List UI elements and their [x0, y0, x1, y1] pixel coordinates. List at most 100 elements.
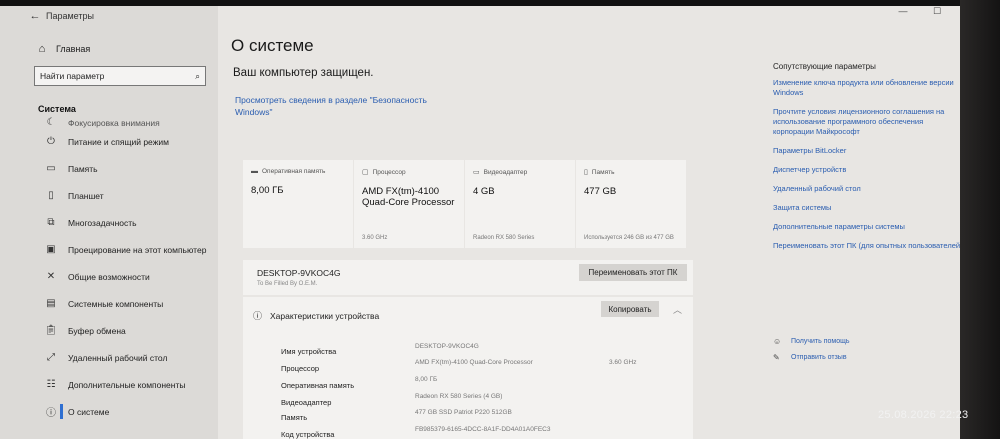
monitor-bezel — [960, 0, 1000, 439]
moon-icon: ☾ — [46, 117, 56, 128]
get-help-link[interactable]: ☺ Получить помощь — [773, 333, 850, 349]
specs-title: Характеристики устройства — [270, 310, 380, 321]
search-input[interactable]: Найти параметр ⌕ — [34, 66, 206, 86]
card-gpu: ▭ Видеоадаптер 4 GB Radeon RX 580 Series — [465, 160, 575, 248]
card-value: 8,00 ГБ — [251, 185, 284, 196]
spec-value: DESKTOP-9VKOC4G — [415, 343, 479, 350]
spec-value: 477 GB SSD Patriot P220 512GB — [415, 409, 512, 416]
feedback-link[interactable]: ✎ Отправить отзыв — [773, 349, 850, 365]
sidebar-item-label: Буфер обмена — [68, 325, 126, 336]
nav-home[interactable]: ⌂ Главная — [36, 42, 218, 56]
sidebar-item-label: Системные компоненты — [68, 298, 164, 309]
related-link-system-protection[interactable]: Защита системы — [773, 203, 963, 213]
sidebar-item-label: Удаленный рабочий стол — [68, 352, 168, 363]
sidebar-item-label: Многозадачность — [68, 217, 137, 228]
sidebar-item-label: Общие возможности — [68, 271, 150, 282]
multitasking-icon: ⧉ — [47, 217, 55, 228]
card-storage: ▯ Память 477 GB Используется 246 GB из 47… — [576, 160, 686, 248]
window-title: Параметры — [46, 11, 94, 21]
section-title: Система — [38, 104, 76, 114]
sidebar-item-multitasking[interactable]: ⧉ Многозадачность — [0, 209, 218, 236]
sidebar-item-label: Дополнительные компоненты — [68, 379, 186, 390]
info-icon: ⓘ — [46, 408, 56, 419]
photo-timestamp: 25.08.2026 22:23 — [878, 409, 969, 421]
spec-value: Radeon RX 580 Series (4 GB) — [415, 393, 503, 400]
chevron-up-icon[interactable]: ︿ — [673, 303, 682, 316]
page-title: О системе — [231, 36, 314, 55]
storage-icon: ▭ — [46, 163, 56, 174]
remote-desktop-icon: ⤢ — [47, 352, 55, 363]
sidebar-item-system-components[interactable]: ▤ Системные компоненты — [0, 290, 218, 317]
back-arrow-icon[interactable]: ← — [24, 10, 46, 22]
card-label: Процессор — [372, 168, 406, 176]
get-help-label: Получить помощь — [791, 337, 850, 345]
optional-features-icon: ☷ — [46, 379, 56, 390]
sidebar-item-tablet[interactable]: ▯ Планшет — [0, 182, 218, 209]
window-controls: — ☐ — [886, 6, 954, 17]
info-icon: ⓘ — [253, 311, 263, 321]
pc-name: DESKTOP-9VKOC4G — [257, 268, 341, 278]
sidebar-item-storage[interactable]: ▭ Память — [0, 155, 218, 182]
spec-value: FB985379-6165-4DCC-8A1F-DD4A01A0FEC3 — [415, 426, 551, 433]
shared-experiences-icon: ✕ — [46, 271, 56, 282]
spec-value: 8,00 ГБ — [415, 376, 438, 383]
related-link-advanced-settings[interactable]: Дополнительные параметры системы — [773, 222, 963, 232]
specs-header[interactable]: ⓘ Характеристики устройства — [253, 309, 379, 322]
pc-name-subtitle: To Be Filled By O.E.M. — [257, 281, 318, 287]
related-link-bitlocker[interactable]: Параметры BitLocker — [773, 146, 963, 156]
sidebar-item-focus-assist[interactable]: ☾ Фокусировка внимания — [0, 116, 218, 128]
spec-label: Память — [281, 413, 308, 422]
related-link-rename-advanced[interactable]: Переименовать этот ПК (для опытных польз… — [773, 241, 963, 251]
related-link-remote-desktop[interactable]: Удаленный рабочий стол — [773, 184, 963, 194]
storage-icon: ▯ — [584, 169, 588, 176]
sidebar-item-optional-features[interactable]: ☷ Дополнительные компоненты — [0, 371, 218, 398]
rename-pc-button[interactable]: Переименовать этот ПК — [579, 264, 687, 281]
related-title: Сопутствующие параметры — [773, 62, 876, 71]
card-value: 477 GB — [584, 186, 617, 197]
maximize-icon[interactable]: ☐ — [920, 6, 954, 17]
minimize-icon[interactable]: — — [886, 6, 920, 17]
system-components-icon: ▤ — [46, 298, 56, 309]
sidebar-item-projecting[interactable]: ▣ Проецирование на этот компьютер — [0, 236, 218, 263]
sidebar-item-power[interactable]: ⏻ Питание и спящий режим — [0, 128, 218, 155]
spec-label: Имя устройства — [281, 347, 337, 356]
card-label: Оперативная память — [262, 168, 326, 175]
cpu-icon: ▢ — [362, 169, 369, 176]
main-content: — ☐ О системе Ваш компьютер защищен. Про… — [218, 6, 963, 439]
card-sub: Radeon RX 580 Series — [473, 235, 535, 241]
card-value: 4 GB — [473, 186, 495, 197]
spec-label: Оперативная память — [281, 381, 355, 390]
device-specs-panel: ⓘ Характеристики устройства Копировать ︿… — [243, 297, 693, 439]
sidebar-item-remote-desktop[interactable]: ⤢ Удаленный рабочий стол — [0, 344, 218, 371]
card-label: Память — [591, 168, 615, 176]
spec-label: Процессор — [281, 364, 320, 373]
spec-label: Код устройства — [281, 430, 335, 439]
sidebar-nav: ☾ Фокусировка внимания ⏻ Питание и спящи… — [0, 116, 218, 425]
sidebar-item-about[interactable]: ⓘ О системе — [0, 398, 218, 425]
card-processor: ▢ Процессор AMD FX(tm)-4100 Quad-Core Pro… — [354, 160, 464, 248]
summary-cards: ▬ Оперативная память 8,00 ГБ ▢ Процессор A… — [243, 160, 687, 248]
card-sub: Используется 246 GB из 477 GB — [584, 235, 674, 241]
monitor-photo: ← Параметры ⌂ Главная Найти параметр ⌕ С… — [0, 0, 1000, 439]
card-sub: 3.60 GHz — [362, 235, 388, 241]
card-value: AMD FX(tm)-4100 Quad-Core Processor — [362, 186, 455, 208]
related-link-device-manager[interactable]: Диспетчер устройств — [773, 165, 963, 175]
home-icon: ⌂ — [38, 43, 46, 55]
spec-label: Видеоадаптер — [281, 398, 332, 407]
protection-status: Ваш компьютер защищен. — [233, 67, 374, 79]
related-link-product-key[interactable]: Изменение ключа продукта или обновление … — [773, 78, 963, 98]
sidebar-item-clipboard[interactable]: 📋︎ Буфер обмена — [0, 317, 218, 344]
gpu-icon: ▭ — [473, 169, 480, 176]
search-placeholder: Найти параметр — [40, 71, 105, 81]
power-icon: ⏻ — [47, 136, 55, 147]
spec-extra: 3.60 GHz — [609, 359, 637, 366]
spec-value: AMD FX(tm)-4100 Quad-Core Processor — [415, 359, 533, 366]
sidebar-item-label: Проецирование на этот компьютер — [68, 244, 207, 255]
sidebar-item-label: Память — [68, 163, 98, 174]
sidebar-item-shared-experiences[interactable]: ✕ Общие возможности — [0, 263, 218, 290]
help-icon: ☺ — [773, 336, 782, 346]
security-link[interactable]: Просмотреть сведения в разделе "Безопасн… — [235, 94, 435, 118]
related-link-license[interactable]: Прочтите условия лицензионного соглашени… — [773, 107, 963, 137]
copy-button[interactable]: Копировать — [601, 301, 659, 317]
pc-name-panel: DESKTOP-9VKOC4G To Be Filled By O.E.M. П… — [243, 260, 693, 295]
